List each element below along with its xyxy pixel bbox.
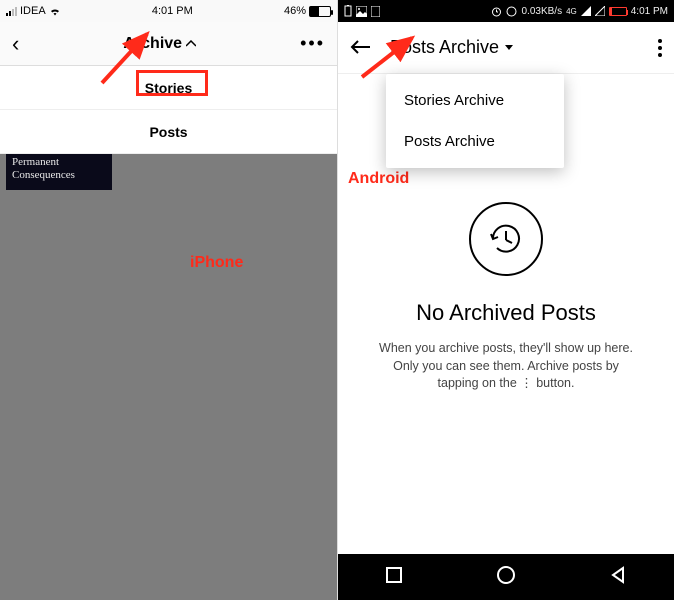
android-header: Posts Archive [338, 22, 674, 74]
caret-down-icon [505, 45, 513, 50]
android-screen: 0.03KB/s 4G 4:01 PM Posts Archive No Ar [337, 0, 674, 600]
iphone-screen: IDEA 4:01 PM 46% ‹ Archive ••• Stories P… [0, 0, 337, 600]
chevron-up-icon [186, 40, 196, 47]
clock: 4:01 PM [152, 5, 193, 17]
story-caption-line2: Consequences [12, 169, 106, 182]
header-title: Posts Archive [390, 37, 499, 58]
archive-dropdown-toggle[interactable]: Archive [123, 35, 196, 53]
carrier-label: IDEA [20, 5, 46, 17]
android-nav-bar [338, 554, 674, 600]
history-icon [487, 220, 525, 258]
signal-icon [6, 6, 17, 16]
archive-dropdown-toggle[interactable]: Posts Archive [390, 37, 638, 58]
clock-icon [506, 6, 517, 17]
back-button[interactable] [350, 35, 370, 61]
net-speed: 0.03KB/s [521, 6, 562, 17]
dropdown-item-posts[interactable]: Posts [0, 110, 337, 154]
archive-menu: Stories Archive Posts Archive [386, 74, 564, 168]
alarm-icon [491, 6, 502, 17]
arrow-left-icon [350, 39, 370, 55]
ios-status-bar: IDEA 4:01 PM 46% [0, 0, 337, 22]
more-button[interactable]: ••• [300, 33, 325, 54]
annotation-android: Android [348, 170, 409, 188]
menu-item-stories-archive[interactable]: Stories Archive [386, 80, 564, 121]
nav-home[interactable] [496, 565, 516, 590]
story-caption-line1: Permanent [12, 156, 106, 169]
android-status-bar: 0.03KB/s 4G 4:01 PM [338, 0, 674, 22]
annotation-iphone: iPhone [190, 254, 243, 272]
clock: 4:01 PM [631, 6, 668, 17]
net-label: 4G [566, 7, 577, 16]
menu-posts-label: Posts Archive [404, 133, 495, 150]
battery-low-icon [609, 7, 627, 16]
dropdown-posts-label: Posts [149, 124, 187, 140]
more-button[interactable] [658, 39, 662, 57]
nav-recent[interactable] [385, 566, 403, 589]
ios-header: ‹ Archive ••• [0, 22, 337, 66]
header-title: Archive [123, 35, 182, 53]
ios-content: Permanent Consequences iPhone [0, 154, 337, 600]
archive-empty-icon [469, 202, 543, 276]
wifi-icon [49, 6, 61, 16]
battery-icon [344, 5, 352, 17]
story-thumbnail[interactable]: Permanent Consequences [6, 154, 112, 190]
highlight-stories [136, 70, 208, 96]
empty-title: No Archived Posts [416, 300, 596, 326]
battery-icon [309, 6, 331, 17]
empty-description: When you archive posts, they'll show up … [359, 340, 653, 393]
signal-icon [581, 6, 591, 16]
signal-icon-2 [595, 6, 605, 16]
nav-back[interactable] [609, 566, 627, 589]
image-icon [356, 6, 367, 17]
menu-stories-label: Stories Archive [404, 92, 504, 109]
back-button[interactable]: ‹ [12, 33, 19, 55]
battery-percent: 46% [284, 5, 306, 17]
menu-item-posts-archive[interactable]: Posts Archive [386, 121, 564, 162]
doc-icon [371, 6, 380, 17]
